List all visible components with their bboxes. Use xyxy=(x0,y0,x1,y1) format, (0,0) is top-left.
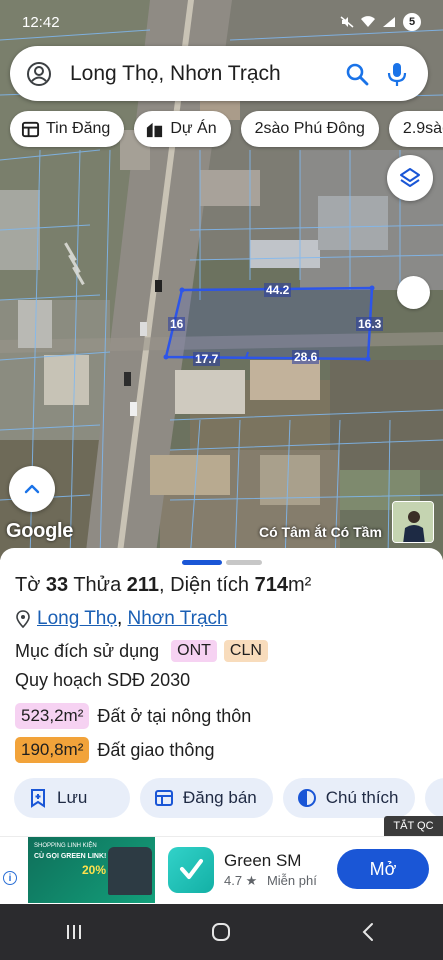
close-ads-button[interactable]: TẮT QC xyxy=(384,816,443,836)
ad-info-icon[interactable]: i xyxy=(3,871,17,885)
search-query[interactable]: Long Thọ, Nhơn Trạch xyxy=(70,62,330,86)
parcel-top-dimension: 44.2 xyxy=(264,283,292,297)
usage-tag-ont: ONT xyxy=(171,640,217,662)
building-icon xyxy=(147,122,163,137)
checkmark-icon xyxy=(180,859,203,879)
ad-banner-line1: SHOPPING LINH KIỆN xyxy=(34,843,97,849)
chip-tin-dang[interactable]: Tin Đăng xyxy=(10,111,125,147)
search-bar[interactable]: Long Thọ, Nhơn Trạch xyxy=(10,46,428,101)
microphone-icon[interactable] xyxy=(384,61,410,87)
chevron-up-icon xyxy=(24,484,40,494)
chip-label: 2.9sào xyxy=(402,120,443,137)
more-action-button[interactable] xyxy=(424,778,443,818)
location-separator: , xyxy=(116,608,128,629)
ad-rating: 4.7 ★ xyxy=(224,873,258,888)
expand-up-button[interactable] xyxy=(9,466,55,512)
plan-item-label: Đất giao thông xyxy=(97,739,215,760)
area-unit: m² xyxy=(288,574,312,596)
usage-label: Mục đích sử dụng xyxy=(15,640,160,661)
bookmark-add-icon xyxy=(31,789,45,808)
filter-chips: Tin Đăng Dự Án 2sào Phú Đông 2.9sào xyxy=(10,111,443,147)
clock: 12:42 xyxy=(22,13,60,31)
plot-number: 211 xyxy=(126,574,160,596)
ad-banner[interactable]: i SHOPPING LINH KIỆN CÙ GỌI GREEN LINK! … xyxy=(0,836,443,904)
profile-thumbnail[interactable] xyxy=(392,501,434,543)
car-trunk-graphic xyxy=(108,847,152,895)
chip-label: 2sào Phú Đông xyxy=(254,120,365,137)
recent-apps-icon[interactable] xyxy=(62,920,86,944)
ad-app-meta: 4.7 ★ Miễn phí xyxy=(224,873,317,889)
ad-banner-percent: 20% xyxy=(82,863,107,877)
status-bar: 12:42 5 xyxy=(0,0,443,44)
ad-app-name: Green SM xyxy=(224,851,302,870)
parcel-outline xyxy=(164,286,374,361)
district-link[interactable]: Nhơn Trạch xyxy=(128,608,228,630)
save-label: Lưu xyxy=(57,788,88,807)
system-navigation-bar xyxy=(0,904,443,960)
layers-button[interactable] xyxy=(387,155,433,201)
mute-icon xyxy=(340,16,354,28)
parcel-info-sheet[interactable]: Tờ 33 Thửa 211, Diện tích 714m² Long Thọ… xyxy=(0,548,443,836)
listing-icon xyxy=(155,790,173,806)
map-view[interactable]: 44.2 16 16.3 17.7 28.6 12:42 5 Long Thọ,… xyxy=(0,0,443,560)
ad-image[interactable]: SHOPPING LINH KIỆN CÙ GỌI GREEN LINK! 20… xyxy=(28,837,155,903)
map-attribution: Có Tâm ắt Có Tầm xyxy=(259,524,382,540)
legend-icon xyxy=(297,789,316,807)
account-icon[interactable] xyxy=(26,61,52,87)
location-pin-icon xyxy=(16,610,30,628)
legend-label: Chú thích xyxy=(325,788,399,807)
ad-price: Miễn phí xyxy=(266,873,317,888)
green-sm-app-icon[interactable] xyxy=(168,847,214,893)
map-slider-handle[interactable] xyxy=(397,276,430,309)
listing-icon xyxy=(21,121,40,137)
search-icon[interactable] xyxy=(344,61,370,87)
post-for-sale-button[interactable]: Đăng bán xyxy=(140,778,273,818)
post-for-sale-label: Đăng bán xyxy=(183,788,257,807)
chip-2sao-phu-dong[interactable]: 2sào Phú Đông xyxy=(240,111,379,147)
parcel-left-dimension: 16 xyxy=(168,317,186,331)
area-value: 714 xyxy=(254,574,288,596)
commune-link[interactable]: Long Thọ xyxy=(37,608,117,630)
signal-icon xyxy=(383,17,395,27)
home-icon[interactable] xyxy=(209,920,233,944)
action-buttons: Lưu Đăng bán Chú thích xyxy=(14,778,443,818)
plan-item-label: Đất ở tại nông thôn xyxy=(97,705,252,726)
parcel-bottom-left-dimension: 17.7 xyxy=(193,352,221,366)
person-photo xyxy=(393,502,433,542)
parcel-title: Tờ 33 Thửa 211, Diện tích 714m² xyxy=(15,574,311,597)
ad-banner-line2: CÙ GỌI GREEN LINK! xyxy=(34,853,107,860)
chip-2-9sao[interactable]: 2.9sào xyxy=(388,111,443,147)
title-text: , Diện tích xyxy=(159,574,255,596)
open-app-button[interactable]: Mở xyxy=(337,849,429,889)
layers-icon xyxy=(400,168,420,187)
plan-item-traffic: 190,8m² Đất giao thông xyxy=(15,737,214,763)
google-watermark: Google xyxy=(6,520,74,542)
sheet-number: 33 xyxy=(45,574,69,596)
save-button[interactable]: Lưu xyxy=(14,778,130,818)
sheet-handle-active[interactable] xyxy=(182,560,222,565)
sheet-handle[interactable] xyxy=(226,560,262,565)
plan-area-badge: 190,8m² xyxy=(15,737,90,763)
chip-du-an[interactable]: Dự Án xyxy=(134,111,231,147)
plan-label: Quy hoạch SDĐ 2030 xyxy=(15,670,191,690)
parcel-right-dimension: 16.3 xyxy=(356,317,384,331)
title-text: Thửa xyxy=(68,574,127,596)
plan-area-badge: 523,2m² xyxy=(15,703,90,729)
plan-item-residential: 523,2m² Đất ở tại nông thôn xyxy=(15,703,251,729)
legend-button[interactable]: Chú thích xyxy=(282,778,415,818)
usage-tag-cln: CLN xyxy=(223,640,268,662)
chip-label: Tin Đăng xyxy=(46,120,111,137)
parcel-bottom-right-dimension: 28.6 xyxy=(292,350,320,364)
title-text: Tờ xyxy=(15,574,46,596)
usage-row: Mục đích sử dụng ONT CLN xyxy=(15,640,268,662)
back-icon[interactable] xyxy=(357,920,381,944)
battery-icon: 5 xyxy=(403,13,421,31)
wifi-icon xyxy=(361,16,375,27)
parcel-location: Long Thọ, Nhơn Trạch xyxy=(15,608,228,630)
chip-label: Dự Án xyxy=(170,120,217,137)
